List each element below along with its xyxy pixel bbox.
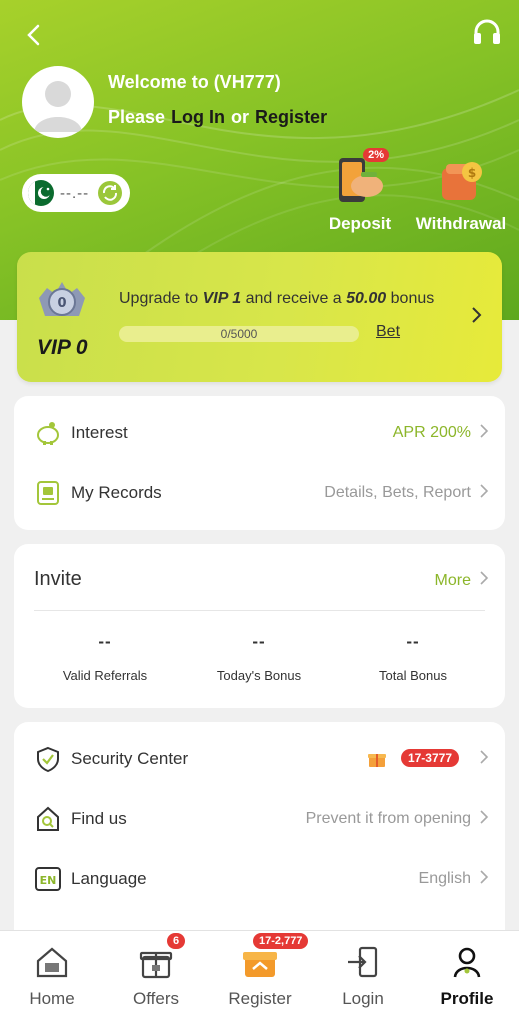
tab-offers[interactable]: 6 Offers xyxy=(104,933,208,1009)
upgrade-target: VIP 1 xyxy=(202,290,242,307)
tab-home[interactable]: Home xyxy=(0,943,104,1009)
vip-level: VIP 0 xyxy=(37,336,88,359)
withdrawal-icon: $ xyxy=(432,150,490,208)
stat-value: -- xyxy=(98,632,112,651)
login-icon xyxy=(344,943,382,981)
deposit-button[interactable]: 2% Deposit xyxy=(310,148,410,234)
chevron-right-icon xyxy=(479,423,489,444)
profile-icon xyxy=(448,943,486,981)
find-us-label: Find us xyxy=(71,809,127,828)
tab-label: Register xyxy=(228,989,292,1008)
register-promo-badge: 17-2,777 xyxy=(253,933,309,949)
chevron-right-icon[interactable] xyxy=(479,570,489,591)
chevron-right-icon xyxy=(479,809,489,830)
menu-item-interest[interactable]: Interest APR 200% xyxy=(14,408,505,458)
chevron-right-icon xyxy=(479,483,489,504)
menu-item-security-center[interactable]: Security Center 17-3777 xyxy=(14,734,505,784)
stat-value: -- xyxy=(252,632,266,651)
please-text: Please xyxy=(108,107,166,127)
stat-valid-referrals: -- Valid Referrals xyxy=(30,632,180,683)
invite-title: Invite xyxy=(34,568,82,590)
interest-value: APR 200% xyxy=(392,424,471,441)
register-gift-icon: 17-2,777 xyxy=(241,933,309,981)
my-records-value: Details, Bets, Report xyxy=(324,484,471,501)
vip-upgrade-text: Upgrade to VIP 1 and receive a 50.00 bon… xyxy=(119,290,434,308)
vip-medal-icon: 0 xyxy=(35,276,89,328)
tab-profile[interactable]: Profile xyxy=(415,943,519,1009)
withdrawal-label: Withdrawal xyxy=(415,214,507,233)
records-icon xyxy=(34,479,62,507)
tab-label: Profile xyxy=(440,989,494,1008)
svg-text:$: $ xyxy=(468,166,476,180)
stat-total-bonus: -- Total Bonus xyxy=(338,632,488,683)
upgrade-suffix: bonus xyxy=(390,290,435,307)
piggy-bank-icon xyxy=(34,419,62,447)
stat-caption: Valid Referrals xyxy=(62,668,148,683)
language-icon: EN xyxy=(34,865,62,893)
tab-label: Login xyxy=(342,989,384,1008)
chevron-right-icon xyxy=(479,869,489,890)
upgrade-mid: and receive a xyxy=(245,290,342,307)
welcome-text: Welcome to (VH777) xyxy=(108,72,281,92)
settings-card: Security Center 17-3777 Find us Prevent … xyxy=(14,722,505,962)
gift-icon: 6 xyxy=(137,933,186,981)
headset-support-icon[interactable] xyxy=(471,18,503,48)
upgrade-bonus-amount: 50.00 xyxy=(346,290,387,307)
my-records-label: My Records xyxy=(71,483,162,502)
promo-badge: 17-3777 xyxy=(400,749,459,767)
records-card: Interest APR 200% My Records Details, Be… xyxy=(14,396,505,530)
deposit-icon: 2% xyxy=(331,148,389,208)
language-value: English xyxy=(418,870,471,887)
divider xyxy=(34,610,485,611)
shield-icon xyxy=(34,745,62,773)
chevron-right-icon xyxy=(479,749,489,770)
invite-more-link[interactable]: More xyxy=(435,572,471,590)
vip-medal-number: 0 xyxy=(57,296,66,311)
interest-label: Interest xyxy=(71,423,128,442)
bottom-tab-bar: Home 6 Offers 17-2,777 Register Login Pr… xyxy=(0,930,519,1024)
language-label: Language xyxy=(71,869,147,888)
or-text: or xyxy=(231,107,250,127)
upgrade-prefix: Upgrade to xyxy=(119,290,199,307)
back-arrow-icon[interactable] xyxy=(22,20,48,50)
vip-card[interactable]: 0 VIP 0 Upgrade to VIP 1 and receive a 5… xyxy=(17,252,502,382)
find-us-icon xyxy=(34,805,62,833)
home-icon xyxy=(33,943,71,981)
bet-link[interactable]: Bet xyxy=(376,323,400,341)
stat-caption: Total Bonus xyxy=(379,668,447,683)
language-icon-text: EN xyxy=(40,874,57,887)
gift-icon xyxy=(367,749,387,769)
security-center-label: Security Center xyxy=(71,749,189,768)
deposit-bonus-badge: 2% xyxy=(363,148,389,162)
deposit-label: Deposit xyxy=(328,214,392,233)
withdrawal-button[interactable]: $ Withdrawal xyxy=(411,150,511,234)
avatar[interactable] xyxy=(22,66,94,138)
vip-progress-bar: 0/5000 xyxy=(119,326,359,342)
stat-caption: Today's Bonus xyxy=(216,668,302,683)
refresh-icon[interactable] xyxy=(98,181,122,205)
tab-register[interactable]: 17-2,777 Register xyxy=(208,933,312,1009)
register-link[interactable]: Register xyxy=(255,107,327,127)
tab-label: Home xyxy=(29,989,75,1008)
pakistan-flag-icon xyxy=(28,180,54,206)
menu-item-my-records[interactable]: My Records Details, Bets, Report xyxy=(14,468,505,518)
stat-todays-bonus: -- Today's Bonus xyxy=(184,632,334,683)
find-us-value: Prevent it from opening xyxy=(305,810,471,827)
vip-progress-text: 0/5000 xyxy=(220,327,258,341)
invite-card: Invite More -- Valid Referrals -- Today'… xyxy=(14,544,505,708)
balance-pill: --.-- xyxy=(22,174,130,212)
offers-count-badge: 6 xyxy=(167,933,186,949)
tab-label: Offers xyxy=(133,989,179,1008)
login-prompt: Please Log In or Register xyxy=(108,107,327,128)
menu-item-language[interactable]: EN Language English xyxy=(14,854,505,904)
chevron-right-icon[interactable] xyxy=(470,304,484,332)
tab-login[interactable]: Login xyxy=(311,943,415,1009)
menu-item-find-us[interactable]: Find us Prevent it from opening xyxy=(14,794,505,844)
balance-value: --.-- xyxy=(60,184,90,202)
login-link[interactable]: Log In xyxy=(171,107,225,127)
stat-value: -- xyxy=(406,632,420,651)
